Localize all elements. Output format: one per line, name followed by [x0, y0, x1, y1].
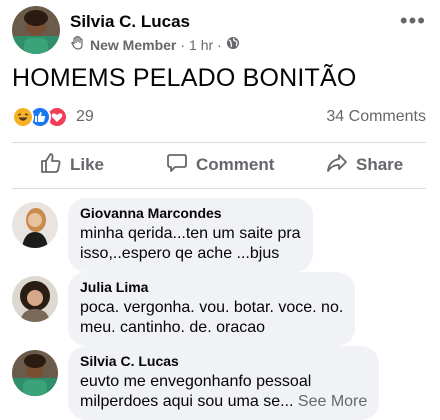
post-time[interactable]: 1 hr — [189, 37, 213, 53]
haha-emoji-icon — [12, 106, 34, 128]
see-more-link[interactable]: See More — [298, 393, 367, 410]
comment-label: Comment — [196, 155, 275, 174]
commenter-name[interactable]: Silvia C. Lucas — [80, 353, 367, 369]
comment-text-line: poca. vergonha. vou. botar. voce. no. — [80, 299, 344, 316]
post-meta: New Member · 1 hr · — [70, 35, 240, 54]
comment-text-line: euvto me envegonhanfo pessoal — [80, 373, 312, 390]
comments-count[interactable]: 34 Comments — [326, 108, 426, 126]
post-text: HOMEMS PELADO BONITÃO — [12, 64, 357, 92]
divider-bottom — [12, 188, 426, 189]
comment-text-truncated: milperdoes aqui sou uma se... — [80, 393, 294, 410]
commenter-avatar[interactable] — [12, 276, 58, 322]
meta-separator-2: · — [217, 36, 222, 53]
comment-text-line: isso,..espero qe ache ...bjus — [80, 245, 280, 262]
commenter-avatar[interactable] — [12, 202, 58, 248]
like-label: Like — [70, 155, 105, 174]
comment-bubble: Giovanna Marcondes minha qerida...ten um… — [68, 198, 313, 272]
comment-text-line: meu. cantinho. de. oracao — [80, 319, 266, 336]
more-dots-icon[interactable]: ••• — [400, 10, 426, 32]
comment-bubble: Julia Lima poca. vergonha. vou. botar. v… — [68, 272, 356, 346]
member-badge: New Member — [90, 36, 177, 53]
author-avatar[interactable] — [12, 6, 60, 54]
post-header: Silvia C. Lucas New Member · 1 hr · ••• — [12, 6, 428, 56]
comment-text-line: minha qerida...ten um saite pra — [80, 225, 301, 242]
comment-button[interactable]: Comment — [166, 148, 274, 182]
speech-bubble-icon — [166, 152, 188, 179]
share-button[interactable]: Share — [326, 148, 403, 182]
reactions-summary[interactable]: 29 34 Comments — [12, 106, 426, 130]
reaction-count[interactable]: 29 — [76, 108, 94, 126]
comment-text-line: milperdoes aqui sou uma se... See More — [80, 392, 367, 412]
divider-top — [12, 142, 426, 143]
author-name[interactable]: Silvia C. Lucas — [70, 12, 190, 32]
globe-icon — [226, 36, 240, 53]
reaction-icons — [12, 106, 68, 128]
wave-hand-icon — [70, 35, 86, 54]
like-button[interactable]: Like — [40, 148, 104, 182]
meta-separator: · — [180, 36, 186, 53]
commenter-avatar[interactable] — [12, 350, 58, 396]
comment-bubble: Silvia C. Lucas euvto me envegonhanfo pe… — [68, 346, 380, 420]
share-label: Share — [356, 155, 404, 174]
thumbs-up-icon — [40, 152, 62, 179]
post-actions: Like Comment Share — [12, 148, 426, 182]
share-arrow-icon — [326, 152, 348, 179]
commenter-name[interactable]: Giovanna Marcondes — [80, 205, 301, 221]
commenter-name[interactable]: Julia Lima — [80, 279, 343, 295]
